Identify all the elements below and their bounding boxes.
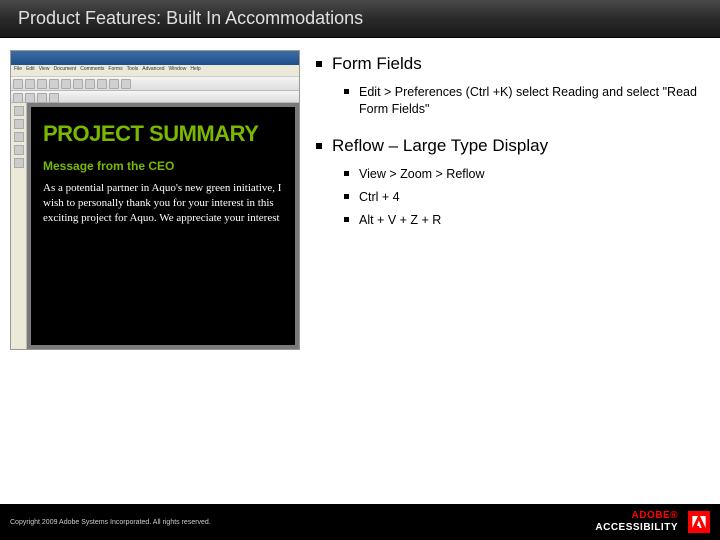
pdf-page-area: PROJECT SUMMARY Message from the CEO As … [27,103,299,349]
sidebar-icon [14,145,24,155]
sidebar-icon [14,132,24,142]
bullet-text: Alt + V + Z + R [359,212,441,229]
brand-block: ADOBE® ACCESSIBILITY [595,510,710,534]
pdf-reader-screenshot: File Edit View Document Comments Forms T… [10,50,300,350]
toolbar-icon [49,93,59,103]
menu-item: Forms [108,66,122,75]
toolbar-icon [61,79,71,89]
menu-item: Window [169,66,187,75]
bullet-square-icon [344,171,349,176]
menu-item: Edit [26,66,35,75]
pdf-document: PROJECT SUMMARY Message from the CEO As … [31,107,295,345]
bullet-square-icon [344,194,349,199]
bullet-text: Reflow – Large Type Display [332,136,548,156]
menu-item: Help [190,66,200,75]
bullet-square-icon [316,61,322,67]
sidebar-icon [14,106,24,116]
toolbar-icon [25,93,35,103]
toolbar-icon [37,93,47,103]
bullet-level2: Ctrl + 4 [344,189,710,206]
toolbar-icon [97,79,107,89]
slide-title: Product Features: Built In Accommodation… [0,0,720,38]
menu-item: Advanced [142,66,164,75]
menu-item: Comments [80,66,104,75]
toolbar-icon [25,79,35,89]
adobe-logo-icon [688,511,710,533]
doc-subheading: Message from the CEO [43,159,283,173]
bullet-level2: Alt + V + Z + R [344,212,710,229]
doc-body: As a potential partner in Aquo's new gre… [43,181,283,226]
toolbar-icon [85,79,95,89]
content-area: File Edit View Document Comments Forms T… [0,38,720,350]
sidebar-icon [14,158,24,168]
bullet-list: Form Fields Edit > Preferences (Ctrl +K)… [316,50,710,350]
menu-item: Document [53,66,76,75]
bullet-level1: Reflow – Large Type Display [316,136,710,156]
pdf-sidebar [11,103,27,349]
bullet-square-icon [316,143,322,149]
sidebar-icon [14,119,24,129]
toolbar-icon [13,93,23,103]
brand-adobe: ADOBE® [632,510,678,521]
pdf-toolbar-secondary [11,91,299,103]
doc-heading: PROJECT SUMMARY [43,123,283,145]
bullet-text: View > Zoom > Reflow [359,166,485,183]
menu-item: View [39,66,50,75]
pdf-menubar: File Edit View Document Comments Forms T… [11,65,299,77]
toolbar-icon [37,79,47,89]
toolbar-icon [13,79,23,89]
footer: Copyright 2009 Adobe Systems Incorporate… [0,504,720,540]
bullet-text: Ctrl + 4 [359,189,400,206]
menu-item: Tools [127,66,139,75]
toolbar-icon [49,79,59,89]
bullet-text: Edit > Preferences (Ctrl +K) select Read… [359,84,710,118]
pdf-body: PROJECT SUMMARY Message from the CEO As … [11,103,299,349]
bullet-square-icon [344,217,349,222]
bullet-text: Form Fields [332,54,422,74]
brand-accessibility: ACCESSIBILITY [595,522,678,533]
pdf-window-titlebar [11,51,299,65]
bullet-level2: View > Zoom > Reflow [344,166,710,183]
bullet-level1: Form Fields [316,54,710,74]
toolbar-icon [121,79,131,89]
bullet-level2: Edit > Preferences (Ctrl +K) select Read… [344,84,710,118]
bullet-square-icon [344,89,349,94]
pdf-toolbar [11,77,299,91]
menu-item: File [14,66,22,75]
toolbar-icon [109,79,119,89]
copyright-text: Copyright 2009 Adobe Systems Incorporate… [10,519,211,526]
brand-text: ADOBE® ACCESSIBILITY [595,510,678,534]
toolbar-icon [73,79,83,89]
